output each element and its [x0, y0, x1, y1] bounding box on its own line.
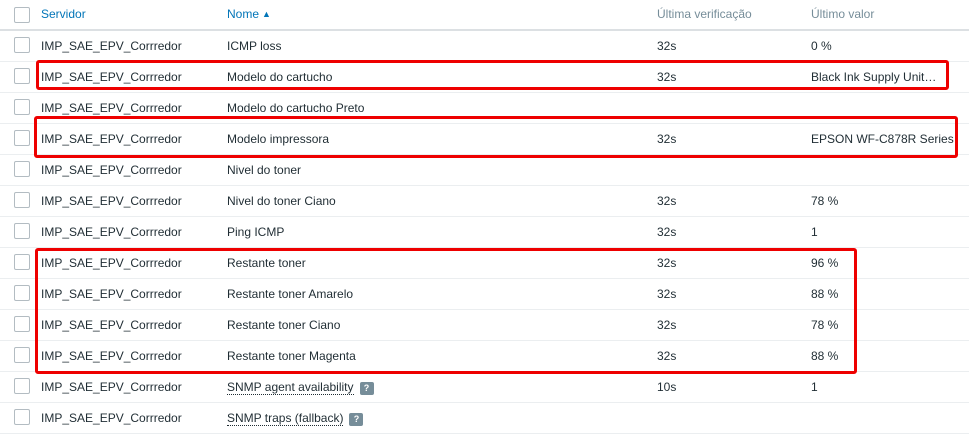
item-name-link[interactable]: Restante toner Magenta [227, 349, 356, 363]
row-checkbox[interactable] [14, 192, 30, 208]
table-row: IMP_SAE_EPV_Corrredor ICMP loss 32s 0 % [0, 31, 969, 62]
item-name-link[interactable]: Modelo do cartucho Preto [227, 101, 365, 115]
host-link[interactable]: IMP_SAE_EPV_Corrredor [41, 349, 182, 363]
last-value: 88 % [811, 349, 839, 363]
table-row: IMP_SAE_EPV_Corrredor Ping ICMP 32s 1 [0, 217, 969, 248]
table-row: IMP_SAE_EPV_Corrredor SNMP traps (fallba… [0, 403, 969, 434]
item-name-link[interactable]: Ping ICMP [227, 225, 285, 239]
last-value: Black Ink Supply Unit T0... [811, 70, 937, 84]
item-name-link[interactable]: Modelo impressora [227, 132, 330, 146]
row-checkbox[interactable] [14, 378, 30, 394]
item-name-link[interactable]: SNMP agent availability [227, 380, 354, 395]
row-checkbox[interactable] [14, 223, 30, 239]
last-check: 32s [657, 70, 677, 84]
item-name-link[interactable]: Nivel do toner [227, 163, 302, 177]
help-icon[interactable]: ? [349, 413, 364, 426]
row-checkbox[interactable] [14, 409, 30, 425]
column-header-name-label: Nome [227, 7, 260, 21]
host-link[interactable]: IMP_SAE_EPV_Corrredor [41, 132, 182, 146]
last-check: 32s [657, 318, 677, 332]
row-checkbox[interactable] [14, 130, 30, 146]
item-name-link[interactable]: Restante toner [227, 256, 306, 270]
column-header-last-check: Última verificação [657, 7, 752, 21]
select-all-checkbox[interactable] [14, 7, 30, 23]
last-value: EPSON WF-C878R Series [811, 132, 954, 146]
row-checkbox[interactable] [14, 347, 30, 363]
host-link[interactable]: IMP_SAE_EPV_Corrredor [41, 287, 182, 301]
item-name-link[interactable]: Restante toner Ciano [227, 318, 341, 332]
host-link[interactable]: IMP_SAE_EPV_Corrredor [41, 194, 182, 208]
table-row: IMP_SAE_EPV_Corrredor Modelo impressora … [0, 124, 969, 155]
item-name-link[interactable]: Modelo do cartucho [227, 70, 333, 84]
sort-ascending-icon: ▲ [262, 9, 271, 19]
table-row: IMP_SAE_EPV_Corrredor Nivel do toner [0, 155, 969, 186]
last-value: 1 [811, 225, 818, 239]
host-link[interactable]: IMP_SAE_EPV_Corrredor [41, 101, 182, 115]
item-name-link[interactable]: Nivel do toner Ciano [227, 194, 336, 208]
table-row: IMP_SAE_EPV_Corrredor Restante toner Ama… [0, 279, 969, 310]
item-name-link[interactable]: ICMP loss [227, 39, 282, 53]
last-check: 10s [657, 380, 677, 394]
host-link[interactable]: IMP_SAE_EPV_Corrredor [41, 256, 182, 270]
last-check: 32s [657, 256, 677, 270]
row-checkbox[interactable] [14, 254, 30, 270]
last-check: 32s [657, 194, 677, 208]
table-row: IMP_SAE_EPV_Corrredor SNMP agent availab… [0, 372, 969, 403]
row-checkbox[interactable] [14, 68, 30, 84]
row-checkbox[interactable] [14, 37, 30, 53]
row-checkbox[interactable] [14, 161, 30, 177]
last-value: 78 % [811, 318, 839, 332]
table-row: IMP_SAE_EPV_Corrredor Restante toner Cia… [0, 310, 969, 341]
table-row: IMP_SAE_EPV_Corrredor Nivel do toner Cia… [0, 186, 969, 217]
host-link[interactable]: IMP_SAE_EPV_Corrredor [41, 380, 182, 394]
last-value: 1 [811, 380, 818, 394]
help-icon[interactable]: ? [359, 382, 374, 395]
column-header-last-value: Último valor [811, 7, 875, 21]
last-value: 78 % [811, 194, 839, 208]
host-link[interactable]: IMP_SAE_EPV_Corrredor [41, 39, 182, 53]
item-name-link[interactable]: Restante toner Amarelo [227, 287, 354, 301]
last-check: 32s [657, 39, 677, 53]
last-check: 32s [657, 349, 677, 363]
row-checkbox[interactable] [14, 285, 30, 301]
row-checkbox[interactable] [14, 99, 30, 115]
table-header: Servidor Nome ▲ Última verificação Último… [0, 0, 969, 31]
last-check: 32s [657, 225, 677, 239]
column-header-host[interactable]: Servidor [41, 7, 86, 21]
table-row: IMP_SAE_EPV_Corrredor Modelo do cartucho… [0, 93, 969, 124]
host-link[interactable]: IMP_SAE_EPV_Corrredor [41, 163, 182, 177]
items-table: Servidor Nome ▲ Última verificação Último… [0, 0, 969, 434]
column-header-name[interactable]: Nome ▲ [227, 7, 271, 21]
last-value: 96 % [811, 256, 839, 270]
table-row: IMP_SAE_EPV_Corrredor Restante toner Mag… [0, 341, 969, 372]
host-link[interactable]: IMP_SAE_EPV_Corrredor [41, 411, 182, 425]
host-link[interactable]: IMP_SAE_EPV_Corrredor [41, 70, 182, 84]
host-link[interactable]: IMP_SAE_EPV_Corrredor [41, 225, 182, 239]
last-check: 32s [657, 132, 677, 146]
last-value: 88 % [811, 287, 839, 301]
host-link[interactable]: IMP_SAE_EPV_Corrredor [41, 318, 182, 332]
last-check: 32s [657, 287, 677, 301]
row-checkbox[interactable] [14, 316, 30, 332]
item-name-link[interactable]: SNMP traps (fallback) [227, 411, 344, 426]
last-value: 0 % [811, 39, 832, 53]
table-row: IMP_SAE_EPV_Corrredor Modelo do cartucho… [0, 62, 969, 93]
table-row: IMP_SAE_EPV_Corrredor Restante toner 32s… [0, 248, 969, 279]
